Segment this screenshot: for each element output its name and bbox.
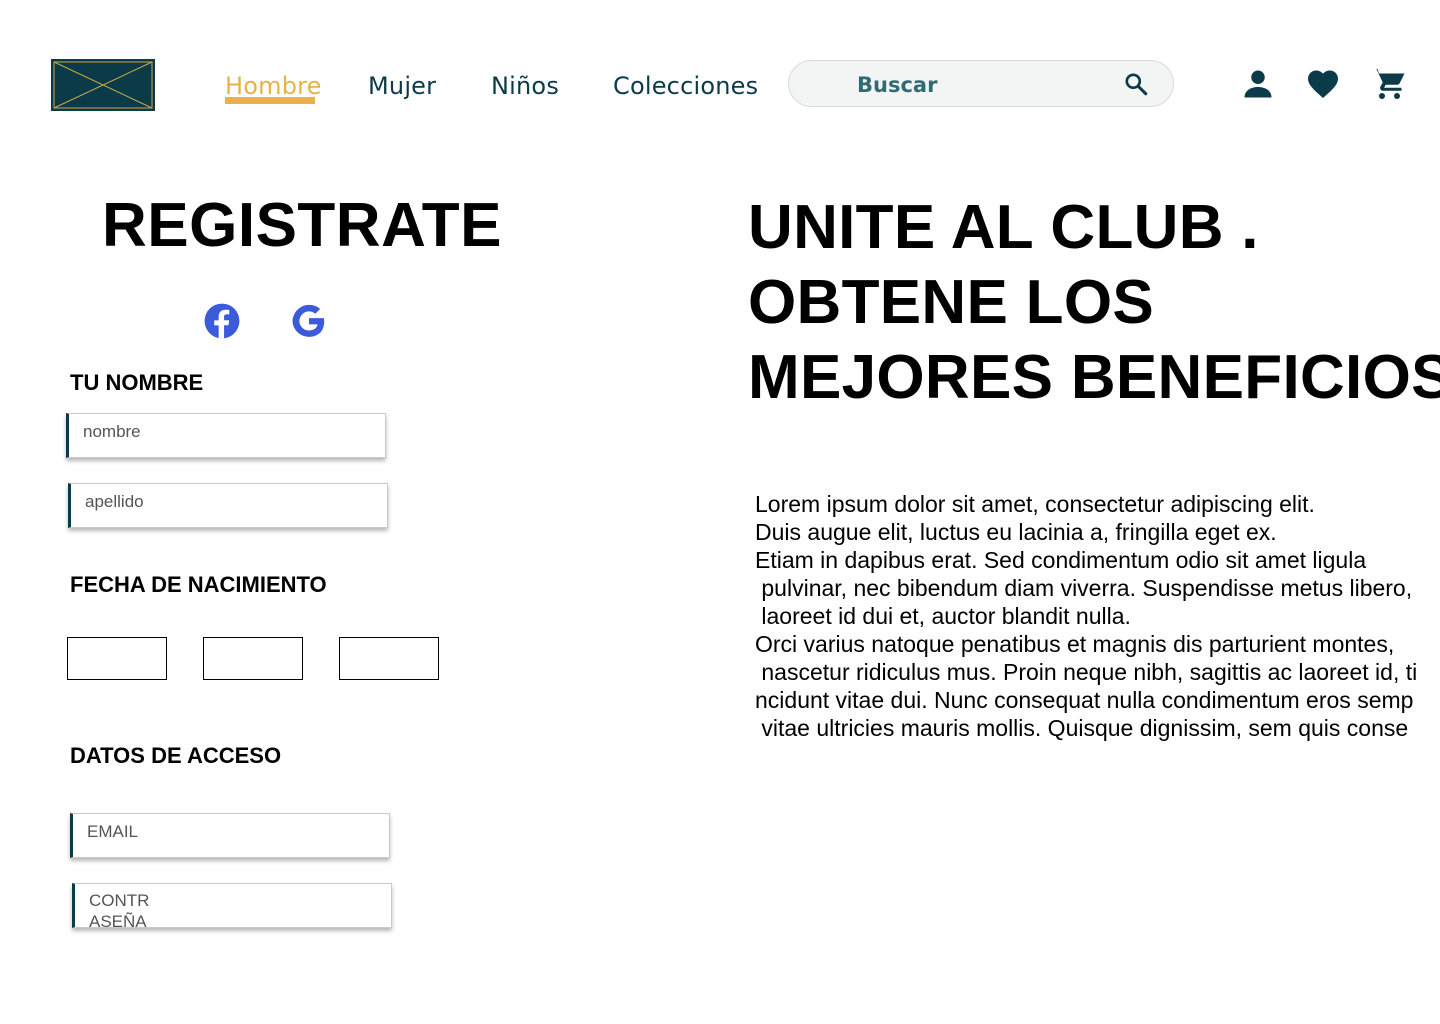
first-name-field [66, 413, 386, 458]
password-placeholder-line-1: CONTR [89, 891, 150, 910]
nav-mujer[interactable]: Mujer [368, 72, 436, 100]
nav-hombre[interactable]: Hombre [225, 72, 322, 100]
logo[interactable] [51, 59, 155, 111]
promo-body: Lorem ipsum dolor sit amet, consectetur … [755, 490, 1440, 742]
promo-title-line: UNITE AL CLUB . [748, 193, 1259, 262]
search-input[interactable] [857, 71, 1097, 99]
promo-body-line: pulvinar, nec bibendum diam viverra. Sus… [755, 575, 1413, 601]
first-name-input[interactable] [83, 420, 373, 444]
promo-body-line: vitae ultricies mauris mollis. Quisque d… [755, 715, 1409, 741]
birth-section-label: FECHA DE NACIMIENTO [70, 572, 327, 597]
heart-icon[interactable] [1305, 66, 1341, 102]
last-name-field [68, 483, 388, 528]
birth-day-field [67, 637, 167, 680]
password-placeholder-line-2: ASEÑA [89, 912, 147, 930]
promo-body-line: Duis augue elit, luctus eu lacinia a, fr… [755, 519, 1277, 545]
search-icon[interactable] [1123, 71, 1149, 97]
nav-ninos[interactable]: Niños [491, 72, 559, 100]
password-placeholder: CONTR ASEÑA [89, 890, 159, 930]
promo-body-line: Etiam in dapibus erat. Sed condimentum o… [755, 547, 1367, 573]
promo-body-line: laoreet id dui et, auctor blandit nulla. [755, 603, 1131, 629]
logo-placeholder-icon [53, 61, 153, 109]
promo-body-line: ncidunt vitae dui. Nunc consequat nulla … [755, 687, 1414, 713]
promo-title: UNITE AL CLUB . OBTENE LOS MEJORES BENEF… [748, 190, 1440, 415]
promo-title-line: MEJORES BENEFICIOS [748, 343, 1440, 412]
birth-month-input[interactable] [204, 638, 302, 679]
promo-title-line: OBTENE LOS [748, 268, 1155, 337]
birth-year-field [339, 637, 439, 680]
email-field [70, 813, 390, 858]
google-icon[interactable] [290, 302, 328, 340]
email-input[interactable] [87, 820, 377, 844]
promo-body-line: nascetur ridiculus mus. Proin neque nibh… [755, 659, 1418, 685]
access-section-label: DATOS DE ACCESO [70, 743, 282, 768]
promo-body-line: Orci varius natoque penatibus et magnis … [755, 631, 1395, 657]
user-icon[interactable] [1240, 66, 1276, 102]
page: Hombre Mujer Niños Colecciones REGISTRAT… [0, 0, 1440, 1024]
nav-active-indicator [225, 97, 315, 104]
register-title: REGISTRATE [102, 191, 502, 260]
password-field[interactable]: CONTR ASEÑA [72, 883, 392, 930]
name-section-label: TU NOMBRE [70, 370, 204, 395]
birth-day-input[interactable] [68, 638, 166, 679]
cart-icon[interactable] [1370, 66, 1406, 102]
birth-month-field [203, 637, 303, 680]
last-name-input[interactable] [85, 490, 375, 514]
nav-colecciones[interactable]: Colecciones [613, 72, 758, 100]
birth-year-input[interactable] [340, 638, 438, 679]
search-bar [788, 60, 1174, 107]
facebook-icon[interactable] [203, 302, 241, 340]
promo-body-line: Lorem ipsum dolor sit amet, consectetur … [755, 491, 1315, 517]
